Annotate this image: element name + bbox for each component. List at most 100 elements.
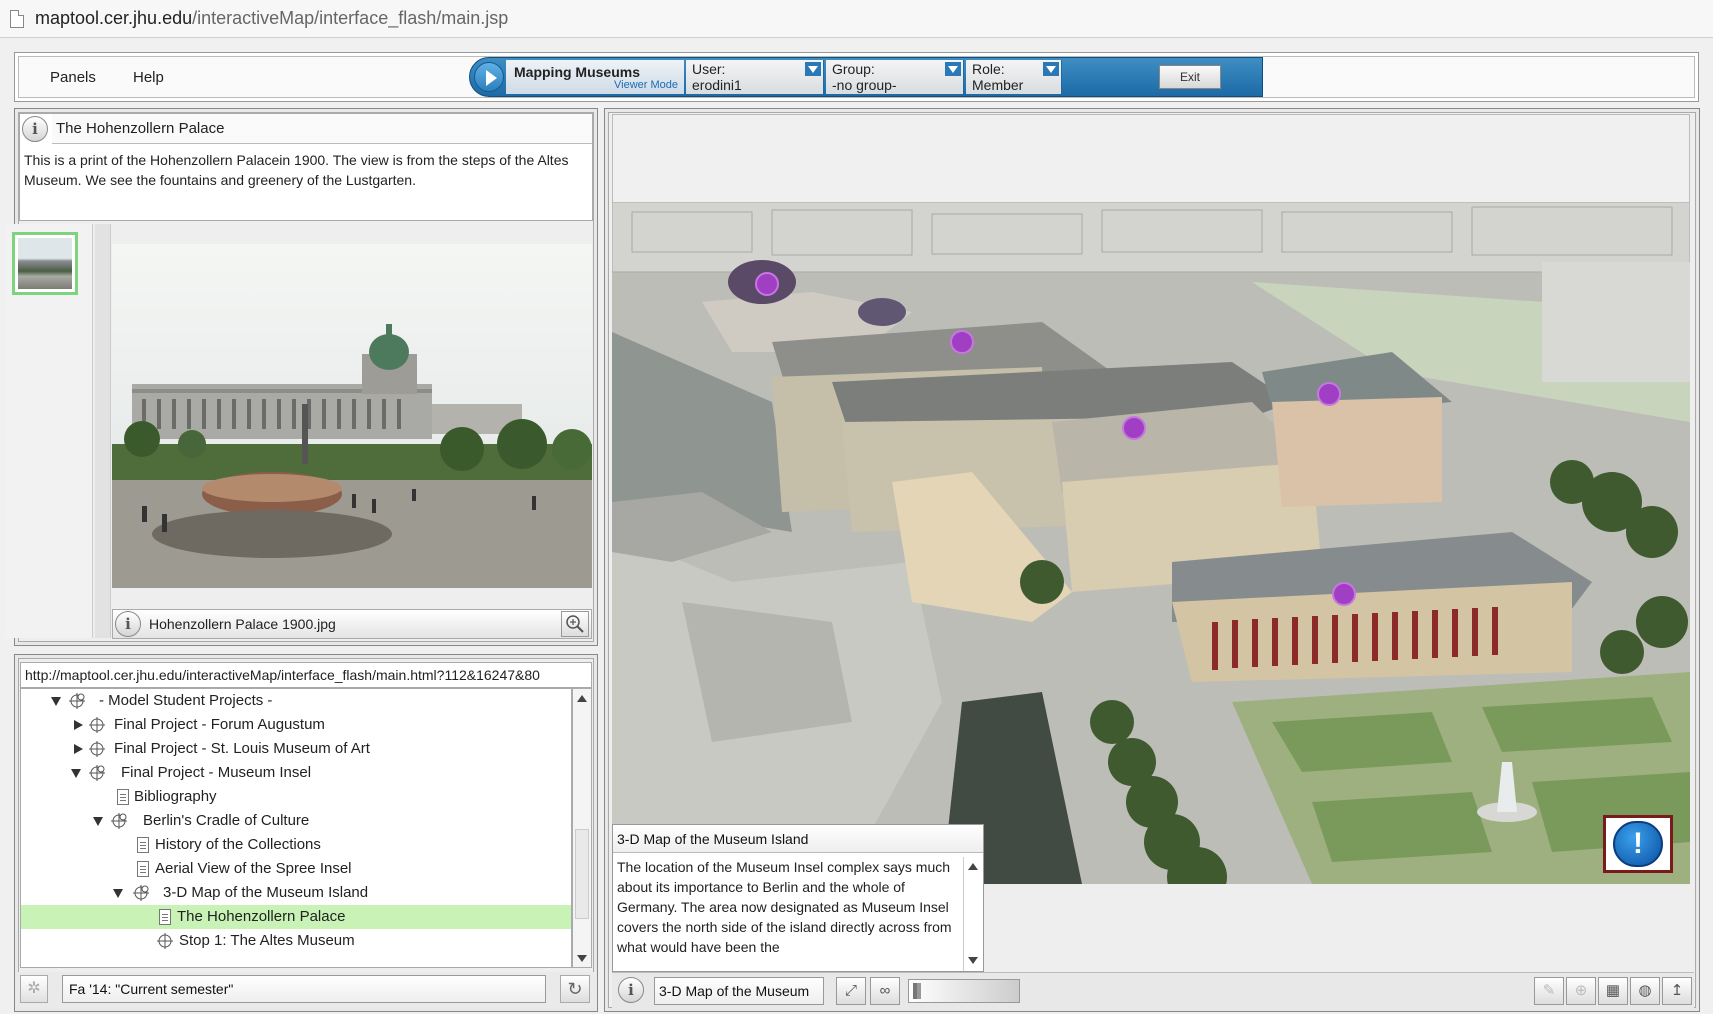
map-name-field[interactable]: 3-D Map of the Museum [654,977,824,1005]
viewer-mode-link[interactable]: Viewer Mode [614,79,678,91]
user-selector[interactable]: User: erodini1 [686,60,824,94]
map-marker[interactable] [1122,416,1146,440]
menu-help[interactable]: Help [133,69,164,86]
app-toolbar: Panels Help Mapping Museums Viewer Mode … [14,52,1699,102]
info-card-title: 3-D Map of the Museum Island [613,825,983,853]
settings-icon[interactable]: ✲ [20,975,48,1003]
info-icon[interactable]: i [22,116,48,142]
node-target-icon [111,813,127,829]
scroll-up-icon[interactable] [966,859,980,873]
tree-item-label: History of the Collections [155,836,321,853]
tree-item[interactable]: Berlin's Cradle of Culture [21,809,571,833]
menu-panels[interactable]: Panels [50,69,96,86]
group-selector[interactable]: Group: -no group- [826,60,964,94]
page-icon [137,837,149,853]
tree-item[interactable]: Final Project - Museum Insel [21,761,571,785]
scroll-up-icon[interactable] [575,691,589,705]
expand-arrow-icon[interactable] [73,744,83,754]
globe-icon[interactable]: ◍ [1630,977,1660,1005]
app-header-block: Mapping Museums Viewer Mode User: erodin… [469,57,1263,97]
layers-icon[interactable]: ▦ [1598,977,1628,1005]
node-target-icon [89,765,105,781]
map-info-card: 3-D Map of the Museum Island The locatio… [612,824,984,972]
glasses-icon[interactable]: ∞ [870,977,900,1005]
permalink-field[interactable]: http://maptool.cer.jhu.edu/interactiveMa… [20,662,592,688]
fullscreen-icon[interactable]: ⤢ [836,977,866,1005]
map-marker[interactable] [755,272,779,296]
group-label: Group: [832,61,875,77]
user-value: erodini1 [692,77,742,93]
item-title: The Hohenzollern Palace [56,120,225,137]
tree-scrollbar[interactable] [572,688,592,968]
tree-item[interactable]: Bibliography [21,785,571,809]
node-target-icon [89,741,105,757]
collapse-arrow-icon[interactable] [51,696,61,706]
play-icon[interactable] [474,62,504,92]
chevron-down-icon[interactable] [805,62,821,76]
tree-item-label: Stop 1: The Altes Museum [179,932,355,949]
info-icon[interactable]: i [115,611,141,637]
app-title: Mapping Museums [514,64,641,80]
tree-item-label: Aerial View of the Spree Insel [155,860,352,877]
image-thumbnail[interactable] [12,232,78,295]
semester-bar: ✲ Fa '14: "Current semester" ↻ [16,972,596,1008]
palace-photo [112,244,592,588]
tree-item[interactable]: Final Project - Forum Augustum [21,713,571,737]
role-selector[interactable]: Role: Member [966,60,1062,94]
page-icon [137,861,149,877]
collapse-arrow-icon[interactable] [93,816,103,826]
node-target-icon [133,885,149,901]
tree-item-label: Final Project - Forum Augustum [114,716,325,733]
tree-item[interactable]: Aerial View of the Spree Insel [21,857,571,881]
map-header-area [612,114,1690,202]
scroll-down-icon[interactable] [966,953,980,967]
item-description: This is a print of the Hohenzollern Pala… [24,152,569,188]
page-icon [117,789,129,805]
tree-item-label: Berlin's Cradle of Culture [143,812,310,829]
expand-arrow-icon[interactable] [73,720,83,730]
alert-icon: ! [1613,821,1663,867]
group-value: -no group- [832,77,897,93]
tree-item-label: Bibliography [134,788,217,805]
info-icon[interactable]: i [618,977,644,1003]
project-tree: - Model Student Projects - Final Project… [20,688,572,968]
browser-url-bar[interactable]: maptool.cer.jhu.edu/interactiveMap/inter… [0,0,1713,38]
node-icon[interactable]: ⊕ [1566,977,1596,1005]
map-3d-view[interactable] [612,202,1690,884]
alert-button[interactable]: ! [1603,815,1673,873]
info-card-body: The location of the Museum Insel complex… [617,859,952,955]
semester-selector[interactable]: Fa '14: "Current semester" [62,975,546,1003]
zoom-in-icon[interactable] [561,611,589,637]
tree-item-label: Final Project - St. Louis Museum of Art [114,740,370,757]
scroll-down-icon[interactable] [575,951,589,965]
image-caption-bar: i Hohenzollern Palace 1900.jpg [112,609,592,639]
tree-item-label: 3-D Map of the Museum Island [163,884,369,901]
thumbnail-splitter[interactable] [95,224,111,638]
tree-item-selected[interactable]: The Hohenzollern Palace [21,905,571,929]
chevron-down-icon[interactable] [1043,62,1059,76]
exit-button[interactable]: Exit [1159,65,1221,89]
map-marker[interactable] [1317,382,1341,406]
item-title-bar: The Hohenzollern Palace [52,114,592,144]
role-value: Member [972,77,1024,93]
chevron-down-icon[interactable] [945,62,961,76]
opacity-slider[interactable] [908,979,1020,1003]
tree-item[interactable]: History of the Collections [21,833,571,857]
map-marker[interactable] [950,330,974,354]
collapse-arrow-icon[interactable] [71,768,81,778]
tree-item[interactable]: Final Project - St. Louis Museum of Art [21,737,571,761]
browser-url[interactable]: maptool.cer.jhu.edu/interactiveMap/inter… [35,8,508,29]
refresh-icon[interactable]: ↻ [560,975,590,1003]
tree-item[interactable]: - Model Student Projects - [21,689,571,713]
node-target-icon [89,717,105,733]
app-title-box: Mapping Museums Viewer Mode [506,60,684,94]
up-arrow-icon[interactable]: ↥ [1662,977,1692,1005]
tree-item[interactable]: Stop 1: The Altes Museum [21,929,571,953]
collapse-arrow-icon[interactable] [113,888,123,898]
pencil-icon[interactable]: ✎ [1534,977,1564,1005]
tree-item[interactable]: 3-D Map of the Museum Island [21,881,571,905]
map-marker[interactable] [1332,582,1356,606]
node-target-icon [157,933,173,949]
scroll-thumb[interactable] [575,829,589,919]
info-card-scrollbar[interactable] [963,857,981,971]
